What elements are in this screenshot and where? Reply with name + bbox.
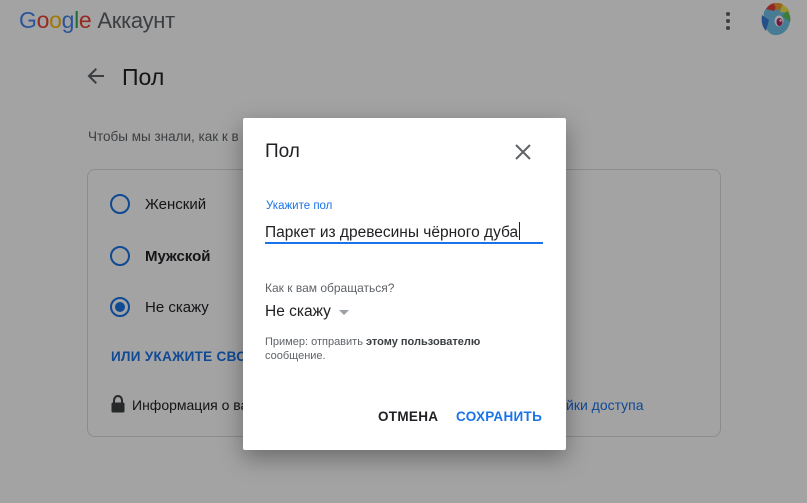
pronoun-select[interactable]: Не скажу bbox=[265, 303, 349, 321]
gender-dialog: Пол Укажите пол Паркет из древесины чёрн… bbox=[243, 118, 566, 450]
dialog-title: Пол bbox=[265, 141, 300, 162]
text-caret bbox=[519, 222, 521, 240]
cancel-button[interactable]: ОТМЕНА bbox=[378, 409, 438, 424]
gender-input-underline bbox=[265, 242, 543, 244]
pronoun-question: Как к вам обращаться? bbox=[265, 281, 395, 295]
gender-input-value: Паркет из древесины чёрного дуба bbox=[265, 224, 519, 241]
save-button[interactable]: СОХРАНИТЬ bbox=[456, 409, 542, 424]
pronoun-example-text: Пример: отправить этому пользователю сооб… bbox=[265, 336, 481, 362]
close-icon[interactable] bbox=[514, 143, 532, 161]
pronoun-select-value: Не скажу bbox=[265, 303, 331, 320]
gender-field-label: Укажите пол bbox=[266, 200, 333, 212]
dropdown-arrow-icon bbox=[338, 309, 349, 315]
gender-input[interactable]: Паркет из древесины чёрного дуба bbox=[265, 222, 543, 242]
